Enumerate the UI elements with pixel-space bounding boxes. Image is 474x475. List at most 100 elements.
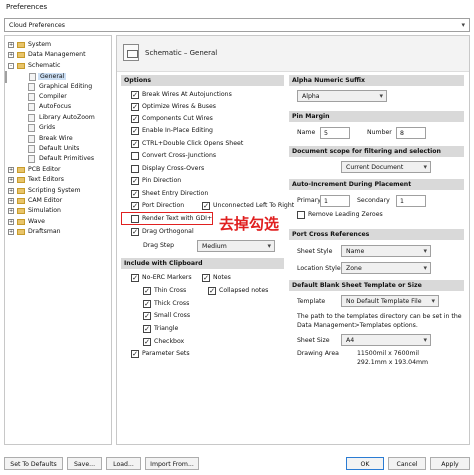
save-button[interactable]: Save...	[67, 457, 102, 470]
pin-name-label: Name	[297, 129, 316, 136]
checkbox-box[interactable]	[131, 152, 139, 160]
checkbox-box[interactable]: ✓	[131, 274, 139, 282]
pin-number-input[interactable]: 8	[396, 127, 426, 139]
expand-icon[interactable]: +	[8, 187, 14, 194]
ok-label: OK	[360, 461, 370, 468]
checkbox-box[interactable]	[131, 165, 139, 173]
checkbox-box[interactable]: ✓	[131, 350, 139, 358]
sheet-style-label: Sheet Style	[297, 248, 333, 255]
checkbox-box[interactable]	[297, 211, 305, 219]
expand-icon[interactable]: +	[8, 208, 14, 215]
drag-step-label: Drag Step	[143, 242, 175, 249]
checkbox-label: Port Direction	[142, 202, 185, 209]
doc-scope-header: Document scope for filtering and selecti…	[289, 146, 464, 157]
import-from-button[interactable]: Import From...	[145, 457, 199, 470]
folder-icon	[17, 218, 25, 225]
checkbox-label: Checkbox	[154, 338, 185, 345]
checkbox-box[interactable]: ✓	[131, 115, 139, 123]
checkbox-box[interactable]: ✓	[143, 338, 151, 346]
expand-icon[interactable]: +	[8, 166, 14, 173]
page-icon	[28, 82, 35, 91]
import-from-label: Import From...	[150, 461, 194, 468]
checkbox-box[interactable]: ✓	[131, 103, 139, 111]
chevron-down-icon: ▾	[431, 297, 435, 305]
checkbox-label: Triangle	[154, 325, 179, 332]
checkbox-box[interactable]: ✓	[143, 287, 151, 295]
checkbox-label: Parameter Sets	[142, 350, 190, 357]
template-path-description: The path to the templates directory can …	[297, 313, 462, 329]
page-title: Schematic – General	[145, 49, 218, 57]
expand-icon[interactable]: +	[8, 218, 14, 225]
tree-item-label: Graphical Editing	[39, 82, 93, 90]
preferences-profile-select[interactable]: Cloud Preferences ▾	[4, 18, 470, 32]
template-select[interactable]: No Default Template File ▾	[341, 295, 439, 307]
sheet-size-select[interactable]: A4 ▾	[341, 334, 431, 346]
chevron-down-icon: ▾	[423, 336, 427, 344]
checkbox-box[interactable]: ✓	[131, 202, 139, 210]
secondary-input[interactable]: 1	[396, 195, 426, 207]
expand-icon[interactable]: +	[8, 198, 14, 204]
preferences-tree[interactable]: + System + Data Management - Schematic General…	[4, 35, 112, 445]
checkbox-box[interactable]: ✓	[202, 274, 210, 282]
checkbox-label: Enable In-Place Editing	[142, 127, 213, 134]
pin-name-input[interactable]: 5	[320, 127, 350, 139]
alpha-suffix-select[interactable]: Alpha ▾	[297, 90, 387, 102]
primary-input[interactable]: 1	[320, 195, 350, 207]
tree-item-label: General	[38, 73, 67, 81]
checkbox-box[interactable]: ✓	[202, 202, 210, 210]
profile-select-value: Cloud Preferences	[9, 22, 66, 29]
tree-item-label: Default Units	[39, 145, 80, 152]
drag-step-value: Medium	[202, 243, 227, 250]
drawing-area-mil: 11500mil x 7600mil	[357, 350, 419, 357]
clipboard-section-header: Include with Clipboard	[121, 258, 284, 269]
checkbox-box[interactable]: ✓	[131, 190, 139, 198]
load-button[interactable]: Load...	[106, 457, 141, 470]
checkbox-label: Sheet Entry Direction	[142, 190, 209, 197]
pin-number-label: Number	[367, 129, 392, 136]
page-icon	[28, 103, 35, 112]
sheet-style-select[interactable]: Name ▾	[341, 245, 431, 257]
cancel-button[interactable]: Cancel	[388, 457, 426, 470]
checkbox-box[interactable]: ✓	[131, 140, 139, 148]
checkbox-box[interactable]: ✓	[131, 127, 139, 135]
checkbox-box[interactable]: ✓	[131, 91, 139, 99]
checkbox-box[interactable]: ✓	[131, 177, 139, 185]
folder-icon	[17, 52, 25, 59]
tree-item-label: Schematic	[28, 61, 61, 69]
doc-scope-select[interactable]: Current Document ▾	[341, 161, 431, 173]
folder-icon	[17, 62, 25, 69]
window-title: Preferences	[6, 3, 48, 11]
checkbox-box[interactable]: ✓	[143, 312, 151, 320]
sheet-size-value: A4	[346, 337, 355, 344]
apply-button[interactable]: Apply	[430, 457, 470, 470]
checkbox-label: Notes	[213, 274, 231, 281]
tree-item-general[interactable]: General	[5, 71, 67, 84]
tree-item-label: System	[28, 41, 52, 48]
page-icon	[28, 155, 35, 164]
tree-item-label: Scripting System	[28, 186, 81, 194]
expand-icon[interactable]: +	[8, 42, 14, 48]
location-style-select[interactable]: Zone ▾	[341, 262, 431, 274]
drag-step-select[interactable]: Medium ▾	[197, 240, 275, 252]
checkbox-label: Thick Cross	[154, 300, 190, 307]
tree-item-label: Text Editors	[28, 176, 65, 184]
folder-icon	[17, 229, 25, 236]
expand-icon[interactable]: +	[8, 229, 14, 236]
expand-icon[interactable]: +	[8, 177, 14, 184]
checkbox-box[interactable]: ✓	[131, 228, 139, 236]
set-to-defaults-button[interactable]: Set To Defaults	[4, 457, 63, 470]
checkbox-label: Optimize Wires & Buses	[142, 103, 217, 110]
template-label: Template	[297, 298, 326, 305]
auto-increment-header: Auto-Increment During Placement	[289, 179, 464, 190]
checkbox-box[interactable]: ✓	[143, 300, 151, 308]
checkbox-box[interactable]: ✓	[143, 325, 151, 333]
tree-item-label: Data Management	[28, 51, 86, 59]
collapse-icon[interactable]: -	[8, 62, 14, 69]
tree-item-label: Compiler	[39, 93, 67, 100]
alpha-suffix-header: Alpha Numeric Suffix	[289, 75, 464, 86]
expand-icon[interactable]: +	[8, 52, 14, 59]
checkbox-label: Break Wires At Autojunctions	[142, 91, 232, 98]
checkbox-box[interactable]: ✓	[208, 287, 216, 295]
ok-button[interactable]: OK	[346, 457, 384, 470]
window-titlebar: Preferences	[0, 0, 474, 15]
